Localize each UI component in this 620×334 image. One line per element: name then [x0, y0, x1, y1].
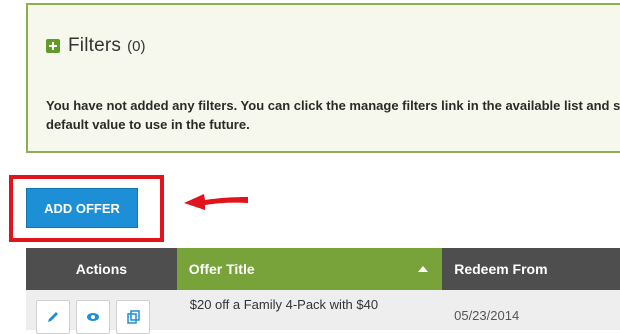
column-header-redeem-from[interactable]: Redeem From: [442, 248, 620, 290]
table-row: $20 off a Family 4-Pack with $40 05/23/2…: [26, 290, 620, 334]
filters-message: You have not added any filters. You can …: [46, 98, 620, 132]
copy-icon: [127, 310, 140, 324]
copy-button[interactable]: [116, 300, 150, 334]
column-header-offer-title[interactable]: Offer Title: [176, 248, 443, 290]
edit-button[interactable]: [36, 300, 70, 334]
column-header-label: Actions: [75, 261, 128, 277]
offers-table: Actions Offer Title Redeem From $20 off …: [26, 248, 620, 334]
edit-icon: [48, 312, 58, 322]
offer-title-cell[interactable]: $20 off a Family 4-Pack with $40: [178, 290, 442, 330]
sort-asc-icon: [418, 266, 429, 272]
add-offer-button[interactable]: ADD OFFER: [26, 188, 138, 228]
column-header-label: Redeem From: [454, 261, 548, 277]
column-header-actions: Actions: [26, 248, 177, 290]
arrow-icon: [184, 194, 248, 210]
redeem-from-cell: 05/23/2014: [454, 308, 520, 323]
table-header: Actions Offer Title Redeem From: [26, 248, 620, 290]
column-header-label: Offer Title: [188, 261, 255, 277]
view-button[interactable]: [76, 300, 110, 334]
filters-title: Filters: [68, 35, 122, 56]
filters-header[interactable]: Filters (0): [46, 35, 146, 56]
view-icon: [87, 313, 99, 321]
row-actions: [26, 290, 178, 334]
filters-count: (0): [127, 37, 146, 55]
filters-panel: Filters (0) You have not added any filte…: [26, 3, 620, 153]
plus-icon[interactable]: [46, 39, 60, 53]
